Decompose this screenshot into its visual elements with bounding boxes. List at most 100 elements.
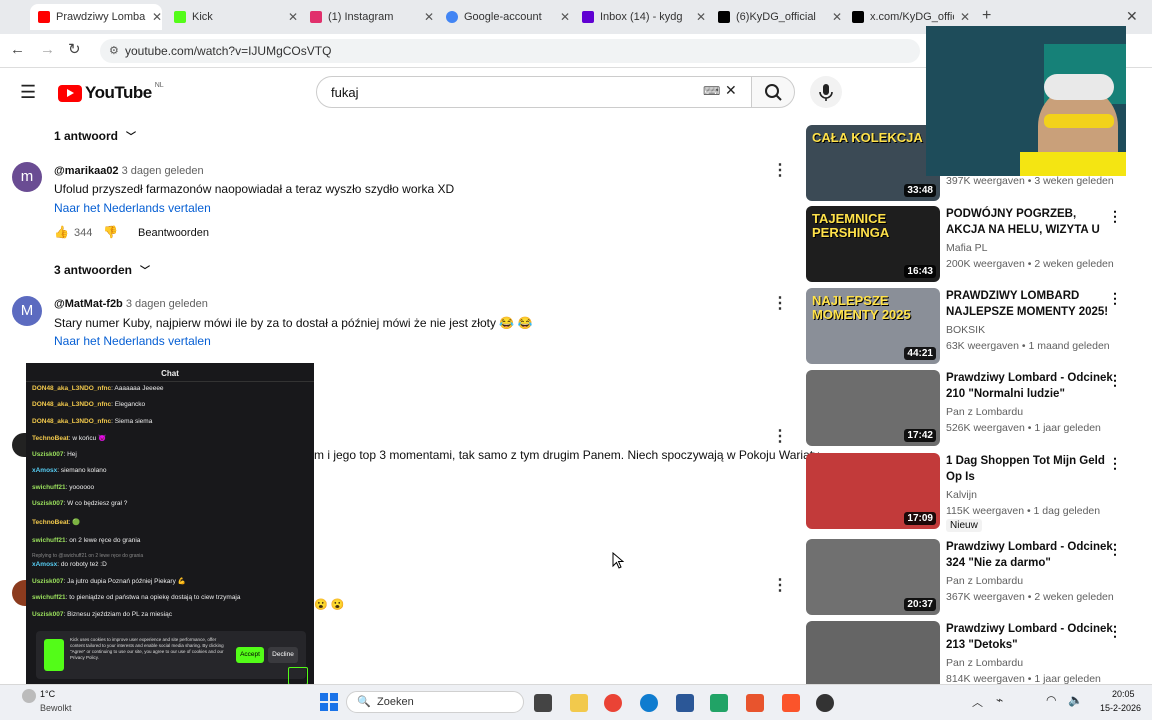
video-title[interactable]: PODWÓJNY POGRZEB, AKCJA NA HELU, WIZYTA … bbox=[946, 206, 1114, 238]
chat-username[interactable]: swichuff21 bbox=[32, 594, 66, 601]
avatar[interactable]: m bbox=[12, 162, 42, 192]
weather-icon[interactable] bbox=[22, 689, 36, 703]
reload-icon[interactable]: ↻ bbox=[68, 40, 81, 58]
video-menu-icon[interactable]: ⋮ bbox=[1108, 208, 1122, 225]
chat-username[interactable]: swichuff21 bbox=[32, 484, 66, 491]
chat-username[interactable]: xAmosx bbox=[32, 467, 57, 474]
network-icon[interactable]: ⌁ bbox=[996, 693, 1003, 707]
comment-time[interactable]: 3 dagen geleden bbox=[126, 298, 208, 310]
taskbar-search[interactable]: 🔍 Zoeken bbox=[346, 691, 524, 713]
back-icon[interactable]: ← bbox=[10, 41, 25, 58]
chat-username[interactable]: DON48_aka_L3NDO_nfnc bbox=[32, 401, 111, 408]
close-icon[interactable]: ✕ bbox=[288, 10, 298, 24]
reply-button[interactable]: Beantwoorden bbox=[138, 227, 209, 239]
comment-menu-icon[interactable]: ⋮ bbox=[772, 426, 788, 446]
volume-icon[interactable]: 🔈 bbox=[1068, 693, 1083, 707]
accept-cookies-button[interactable]: Accept bbox=[236, 647, 264, 663]
tab-instagram[interactable]: (1) Instagram ✕ bbox=[302, 4, 434, 30]
chat-username[interactable]: DON48_aka_L3NDO_nfnc bbox=[32, 418, 111, 425]
edge-icon[interactable] bbox=[640, 694, 658, 712]
task-view-icon[interactable] bbox=[534, 694, 552, 712]
search-button[interactable] bbox=[751, 76, 795, 108]
forward-icon[interactable]: → bbox=[40, 41, 55, 58]
video-title[interactable]: PRAWDZIWY LOMBARD NAJLEPSZE MOMENTY 2025… bbox=[946, 288, 1114, 320]
keyboard-icon[interactable]: ⌨ bbox=[703, 84, 720, 98]
show-replies-toggle[interactable]: 1 antwoord ﹀ bbox=[54, 128, 136, 144]
video-menu-icon[interactable]: ⋮ bbox=[1108, 290, 1122, 307]
menu-icon[interactable]: ☰ bbox=[20, 82, 36, 103]
tab-inbox[interactable]: Inbox (14) - kydg ✕ bbox=[574, 4, 706, 30]
clock-time[interactable]: 20:05 bbox=[1112, 689, 1135, 699]
close-icon[interactable]: ✕ bbox=[424, 10, 434, 24]
video-channel[interactable]: Kalvijn bbox=[946, 489, 977, 501]
video-card[interactable]: TAJEMNICE PERSHINGA 16:43 PODWÓJNY POGRZ… bbox=[806, 206, 1136, 282]
close-icon[interactable]: ✕ bbox=[960, 10, 970, 24]
video-thumbnail[interactable]: CAŁA KOLEKCJA 33:48 bbox=[806, 125, 940, 201]
video-title[interactable]: 1 Dag Shoppen Tot Mijn Geld Op Is bbox=[946, 453, 1114, 485]
clear-search-icon[interactable]: ✕ bbox=[725, 82, 737, 99]
video-card[interactable]: 17:42 Prawdziwy Lombard - Odcinek 210 "N… bbox=[806, 370, 1136, 446]
show-replies-toggle[interactable]: 3 antwoorden ﹀ bbox=[54, 262, 150, 278]
video-menu-icon[interactable]: ⋮ bbox=[1108, 623, 1122, 640]
video-channel[interactable]: Pan z Lombardu bbox=[946, 406, 1023, 418]
translate-link[interactable]: Naar het Nederlands vertalen bbox=[54, 334, 211, 348]
chrome-icon[interactable] bbox=[604, 694, 622, 712]
video-channel[interactable]: BOKSIK bbox=[946, 324, 985, 336]
video-menu-icon[interactable]: ⋮ bbox=[1108, 372, 1122, 389]
chat-username[interactable]: swichuff21 bbox=[32, 537, 66, 544]
chat-username[interactable]: xAmosx bbox=[32, 561, 57, 568]
window-close-icon[interactable]: ✕ bbox=[1126, 8, 1138, 25]
like-icon[interactable]: 👍 bbox=[54, 225, 69, 239]
close-icon[interactable]: ✕ bbox=[560, 10, 570, 24]
clock-date[interactable]: 15-2-2026 bbox=[1100, 703, 1141, 713]
brave-icon[interactable] bbox=[782, 694, 800, 712]
close-icon[interactable]: ✕ bbox=[832, 10, 842, 24]
video-thumbnail[interactable]: 20:37 bbox=[806, 539, 940, 615]
url-bar[interactable]: ⚙ youtube.com/watch?v=IJUMgCOsVTQ bbox=[100, 39, 920, 63]
comment-author[interactable]: @MatMat-f2b bbox=[54, 298, 123, 310]
video-channel[interactable]: Pan z Lombardu bbox=[946, 575, 1023, 587]
chat-username[interactable]: Uszisk007 bbox=[32, 611, 63, 618]
tab-kick[interactable]: Kick ✕ bbox=[166, 4, 298, 30]
app-icon[interactable] bbox=[816, 694, 834, 712]
voice-search-button[interactable] bbox=[810, 76, 842, 108]
word-icon[interactable] bbox=[676, 694, 694, 712]
dislike-icon[interactable]: 👎 bbox=[103, 225, 118, 239]
avatar[interactable]: M bbox=[12, 296, 42, 326]
wifi-icon[interactable]: ◠ bbox=[1046, 693, 1056, 707]
chat-username[interactable]: DON48_aka_L3NDO_nfnc bbox=[32, 385, 111, 392]
video-channel[interactable]: Mafia PL bbox=[946, 242, 987, 254]
video-title[interactable]: Prawdziwy Lombard - Odcinek 213 "Detoks" bbox=[946, 621, 1114, 653]
video-title[interactable]: Prawdziwy Lombard - Odcinek 210 "Normaln… bbox=[946, 370, 1114, 402]
excel-icon[interactable] bbox=[710, 694, 728, 712]
powerpoint-icon[interactable] bbox=[746, 694, 764, 712]
site-info-icon[interactable]: ⚙ bbox=[109, 44, 119, 57]
tab-youtube[interactable]: Prawdziwy Lombard ✕ bbox=[30, 4, 162, 30]
chevron-up-icon[interactable]: ︿ bbox=[972, 694, 983, 710]
comment-menu-icon[interactable]: ⋮ bbox=[772, 293, 788, 313]
chat-username[interactable]: TechnoBeat bbox=[32, 519, 69, 526]
chat-username[interactable]: TechnoBeat bbox=[32, 435, 69, 442]
video-card[interactable]: 20:37 Prawdziwy Lombard - Odcinek 324 "N… bbox=[806, 539, 1136, 615]
close-icon[interactable]: ✕ bbox=[696, 10, 706, 24]
file-explorer-icon[interactable] bbox=[570, 694, 588, 712]
youtube-logo[interactable]: YouTube NL bbox=[58, 82, 164, 103]
chat-username[interactable]: Uszisk007 bbox=[32, 500, 63, 507]
windows-start-icon[interactable] bbox=[320, 693, 338, 711]
tab-google-account[interactable]: Google-account ✕ bbox=[438, 4, 570, 30]
comment-menu-icon[interactable]: ⋮ bbox=[772, 160, 788, 180]
video-thumbnail[interactable]: 17:42 bbox=[806, 370, 940, 446]
new-tab-icon[interactable]: + bbox=[982, 7, 991, 25]
comment-menu-icon[interactable]: ⋮ bbox=[772, 575, 788, 595]
tab-tiktok[interactable]: (6)KyDG_official ✕ bbox=[710, 4, 842, 30]
chat-username[interactable]: Uszisk007 bbox=[32, 451, 63, 458]
decline-cookies-button[interactable]: Decline bbox=[268, 647, 298, 663]
video-card[interactable]: NAJLEPSZE MOMENTY 2025 44:21 PRAWDZIWY L… bbox=[806, 288, 1136, 364]
chat-username[interactable]: Uszisk007 bbox=[32, 578, 63, 585]
send-button[interactable] bbox=[288, 667, 308, 685]
video-title[interactable]: Prawdziwy Lombard - Odcinek 324 "Nie za … bbox=[946, 539, 1114, 571]
video-thumbnail[interactable]: 17:09 bbox=[806, 453, 940, 529]
close-icon[interactable]: ✕ bbox=[152, 10, 162, 24]
video-thumbnail[interactable]: TAJEMNICE PERSHINGA 16:43 bbox=[806, 206, 940, 282]
comment-time[interactable]: 3 dagen geleden bbox=[122, 165, 204, 177]
